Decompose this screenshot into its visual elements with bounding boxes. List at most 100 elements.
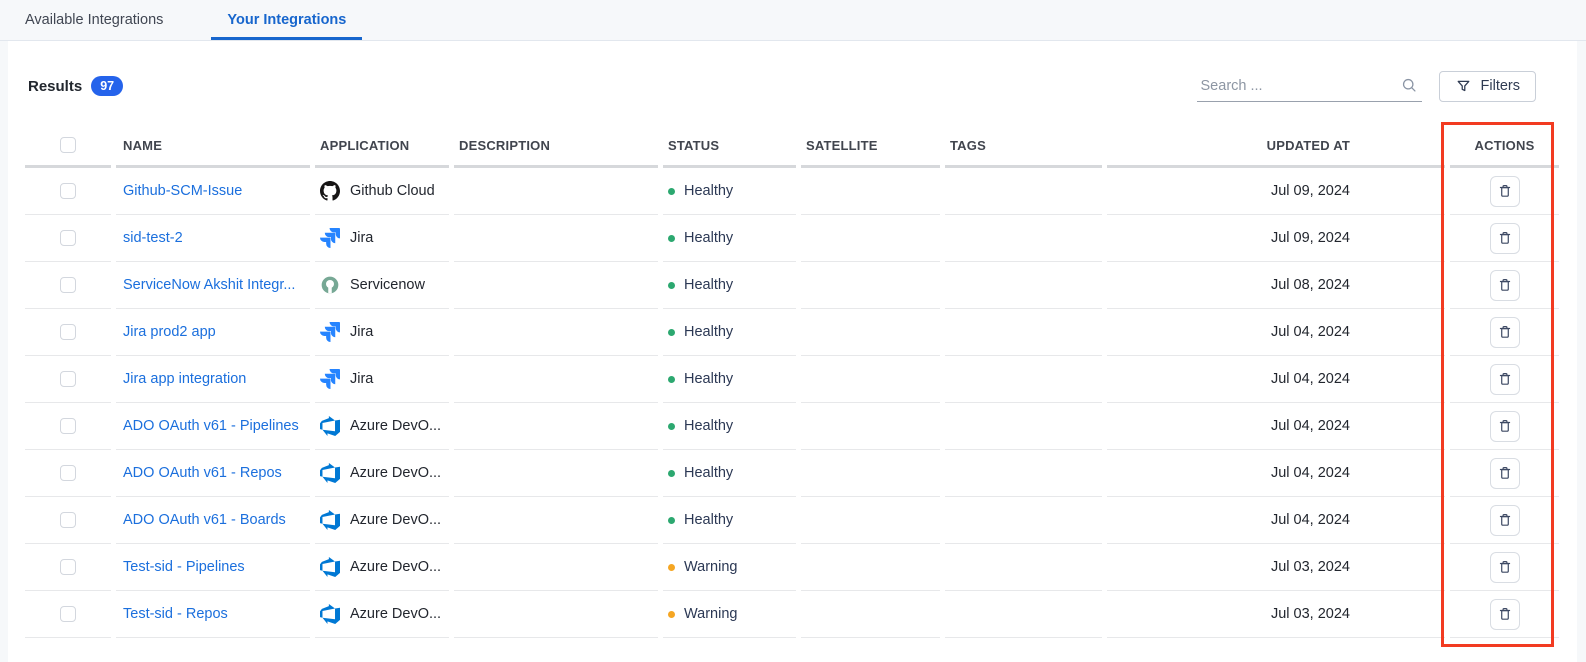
integration-name-link[interactable]: sid-test-2 (123, 230, 183, 246)
updated-at-cell: Jul 09, 2024 (1107, 215, 1445, 262)
status-cell: Healthy (663, 309, 796, 356)
row-checkbox-cell (25, 262, 111, 309)
tab-your-integrations[interactable]: Your Integrations (211, 0, 362, 40)
tags-cell (945, 591, 1102, 638)
status-cell: Healthy (663, 262, 796, 309)
status-cell: Warning (663, 591, 796, 638)
application-label: Azure DevO... (350, 512, 441, 528)
status-cell: Healthy (663, 356, 796, 403)
row-checkbox[interactable] (60, 418, 76, 434)
status-label: Healthy (684, 371, 733, 387)
row-checkbox-cell (25, 403, 111, 450)
delete-button[interactable] (1490, 270, 1520, 301)
application-label: Azure DevO... (350, 418, 441, 434)
application-cell: Jira (315, 356, 449, 403)
name-cell: Jira app integration (116, 356, 310, 403)
updated-at-cell: Jul 04, 2024 (1107, 356, 1445, 403)
azure-devops-icon (320, 416, 340, 436)
table-row: ADO OAuth v61 - Boards Azure DevO... Hea… (25, 497, 1559, 544)
row-checkbox[interactable] (60, 559, 76, 575)
tab-available-integrations[interactable]: Available Integrations (9, 0, 179, 40)
delete-button[interactable] (1490, 458, 1520, 489)
row-checkbox-cell (25, 215, 111, 262)
search-input[interactable] (1197, 78, 1401, 94)
trash-icon (1497, 230, 1513, 246)
application-label: Github Cloud (350, 183, 435, 199)
filters-button-label: Filters (1481, 78, 1520, 94)
delete-button[interactable] (1490, 505, 1520, 536)
tags-cell (945, 403, 1102, 450)
tags-cell (945, 168, 1102, 215)
status-label: Healthy (684, 465, 733, 481)
row-checkbox[interactable] (60, 512, 76, 528)
satellite-cell (801, 544, 940, 591)
delete-button[interactable] (1490, 176, 1520, 207)
select-all-checkbox[interactable] (60, 137, 76, 153)
trash-icon (1497, 277, 1513, 293)
satellite-cell (801, 591, 940, 638)
updated-at-cell: Jul 04, 2024 (1107, 497, 1445, 544)
integration-name-link[interactable]: Jira app integration (123, 371, 246, 387)
tags-cell (945, 309, 1102, 356)
jira-icon (320, 228, 340, 248)
integration-name-link[interactable]: ServiceNow Akshit Integr... (123, 277, 295, 293)
status-dot (668, 423, 675, 430)
filters-button[interactable]: Filters (1439, 71, 1536, 102)
name-cell: Test-sid - Pipelines (116, 544, 310, 591)
delete-button[interactable] (1490, 552, 1520, 583)
row-checkbox[interactable] (60, 371, 76, 387)
delete-button[interactable] (1490, 599, 1520, 630)
satellite-cell (801, 356, 940, 403)
application-cell: Azure DevO... (315, 403, 449, 450)
updated-at-cell: Jul 04, 2024 (1107, 403, 1445, 450)
row-checkbox[interactable] (60, 183, 76, 199)
name-cell: ADO OAuth v61 - Boards (116, 497, 310, 544)
name-cell: ServiceNow Akshit Integr... (116, 262, 310, 309)
tags-cell (945, 450, 1102, 497)
delete-button[interactable] (1490, 317, 1520, 348)
table-header-row: NAME APPLICATION DESCRIPTION STATUS SATE… (25, 125, 1559, 168)
description-cell (454, 591, 658, 638)
status-cell: Healthy (663, 497, 796, 544)
delete-button[interactable] (1490, 223, 1520, 254)
actions-cell (1450, 403, 1559, 450)
row-checkbox[interactable] (60, 230, 76, 246)
table-row: Test-sid - Pipelines Azure DevO... Warni… (25, 544, 1559, 591)
trash-icon (1497, 512, 1513, 528)
updated-at-cell: Jul 04, 2024 (1107, 309, 1445, 356)
row-checkbox[interactable] (60, 606, 76, 622)
status-label: Warning (684, 606, 737, 622)
row-checkbox[interactable] (60, 465, 76, 481)
status-cell: Warning (663, 544, 796, 591)
application-label: Jira (350, 324, 373, 340)
integration-name-link[interactable]: ADO OAuth v61 - Repos (123, 465, 282, 481)
jira-icon (320, 322, 340, 342)
application-cell: Azure DevO... (315, 497, 449, 544)
integration-name-link[interactable]: ADO OAuth v61 - Pipelines (123, 418, 299, 434)
status-label: Healthy (684, 277, 733, 293)
actions-cell (1450, 168, 1559, 215)
description-cell (454, 403, 658, 450)
status-dot (668, 235, 675, 242)
integration-name-link[interactable]: ADO OAuth v61 - Boards (123, 512, 286, 528)
row-checkbox[interactable] (60, 324, 76, 340)
integrations-table: NAME APPLICATION DESCRIPTION STATUS SATE… (20, 125, 1564, 638)
integration-name-link[interactable]: Jira prod2 app (123, 324, 216, 340)
row-checkbox[interactable] (60, 277, 76, 293)
github-icon (320, 181, 340, 201)
integration-name-link[interactable]: Test-sid - Repos (123, 606, 228, 622)
name-cell: sid-test-2 (116, 215, 310, 262)
application-label: Azure DevO... (350, 559, 441, 575)
column-header-satellite: SATELLITE (801, 125, 940, 168)
search-icon (1401, 77, 1418, 94)
status-dot (668, 282, 675, 289)
status-cell: Healthy (663, 403, 796, 450)
integration-name-link[interactable]: Test-sid - Pipelines (123, 559, 245, 575)
application-cell: Github Cloud (315, 168, 449, 215)
delete-button[interactable] (1490, 364, 1520, 395)
delete-button[interactable] (1490, 411, 1520, 442)
trash-icon (1497, 183, 1513, 199)
integration-name-link[interactable]: Github-SCM-Issue (123, 183, 242, 199)
actions-cell (1450, 309, 1559, 356)
trash-icon (1497, 418, 1513, 434)
